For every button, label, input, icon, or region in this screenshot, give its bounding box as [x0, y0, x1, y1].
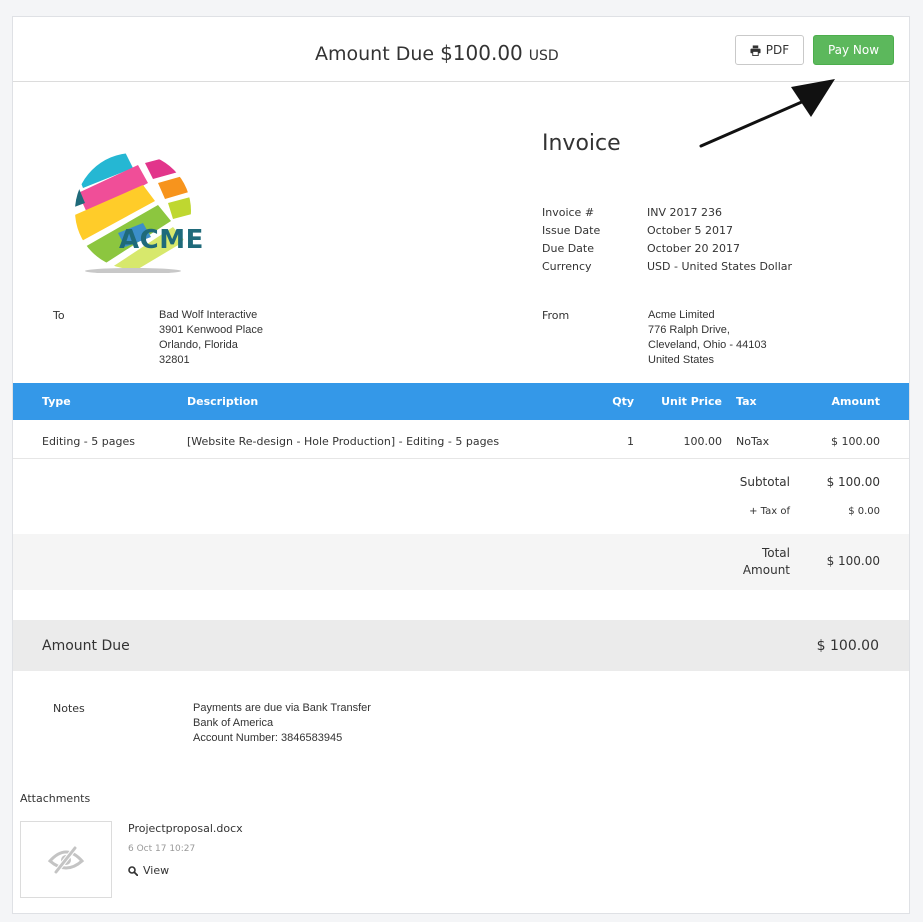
cell-unit-price: 100.00 [683, 435, 723, 448]
from-label: From [542, 309, 570, 322]
from-line: United States [648, 354, 715, 366]
to-line: Bad Wolf Interactive [159, 309, 258, 321]
attachment-file-name: Projectproposal.docx [128, 822, 243, 835]
amount-due-row: Amount Due $ 100.00 [13, 620, 909, 671]
notes-label: Notes [53, 702, 85, 715]
amount-due-value: $ 100.00 [816, 638, 879, 654]
due-date-value: October 20 2017 [647, 242, 741, 255]
col-qty: Qty [612, 395, 634, 408]
pay-now-button-label: Pay Now [827, 43, 880, 57]
col-amount: Amount [831, 395, 880, 408]
tax-label: + Tax of [749, 506, 790, 517]
total-amount-row: Total Amount $ 100.00 [13, 534, 909, 590]
issue-date-label: Issue Date [542, 224, 601, 237]
invoice-title: Invoice [542, 131, 621, 156]
amount-due-heading: Amount Due $100.00 USD [315, 41, 559, 65]
eye-slash-icon [47, 845, 85, 874]
total-value: $ 100.00 [826, 554, 880, 568]
table-row: Editing - 5 pages [Website Re-design - H… [13, 420, 909, 459]
from-line: Acme Limited [648, 309, 715, 321]
pay-now-button[interactable]: Pay Now [813, 35, 894, 65]
cell-tax: NoTax [736, 435, 770, 448]
amount-due-label: Amount Due [42, 638, 130, 654]
attachment-date: 6 Oct 17 10:27 [128, 844, 196, 854]
invoice-number-label: Invoice # [542, 206, 595, 219]
to-line: Orlando, Florida [159, 339, 238, 351]
total-label-line-2: Amount [742, 563, 790, 577]
line-items-header: Type Description Qty Unit Price Tax Amou… [13, 383, 909, 420]
print-icon [750, 44, 761, 56]
pdf-button[interactable]: PDF [735, 35, 804, 65]
currency-label: Currency [542, 260, 592, 273]
logo-text: ACME [119, 225, 204, 255]
tax-value: $ 0.00 [848, 506, 880, 517]
view-attachment-link[interactable]: View [128, 864, 169, 877]
currency-code: USD [528, 48, 559, 64]
to-line: 3901 Kenwood Place [159, 324, 263, 336]
attachment-thumbnail[interactable] [20, 821, 112, 898]
from-line: Cleveland, Ohio - 44103 [648, 339, 767, 351]
cell-amount: $ 100.00 [831, 435, 880, 448]
col-type: Type [42, 395, 71, 408]
amount-due-heading-value: $100.00 [440, 41, 523, 65]
invoice-number-value: INV 2017 236 [647, 206, 722, 219]
invoice-header: Amount Due $100.00 USD PDF Pay Now [13, 17, 909, 82]
subtotal-label: Subtotal [739, 475, 790, 489]
amount-due-heading-label: Amount Due [315, 43, 435, 65]
cell-type: Editing - 5 pages [42, 435, 135, 448]
col-tax: Tax [736, 395, 757, 408]
search-icon [128, 865, 138, 876]
note-line: Bank of America [193, 717, 274, 729]
col-description: Description [187, 395, 259, 408]
note-line: Account Number: 3846583945 [193, 732, 343, 744]
view-link-label: View [143, 864, 170, 877]
cell-qty: 1 [627, 435, 634, 448]
total-label-line-1: Total [761, 546, 790, 560]
pdf-button-label: PDF [765, 43, 790, 57]
cell-description: [Website Re-design - Hole Production] - … [187, 435, 500, 448]
invoice-card: Amount Due $100.00 USD PDF Pay Now ACME … [12, 16, 910, 914]
col-unit-price: Unit Price [661, 395, 722, 408]
attachments-label: Attachments [20, 792, 91, 805]
from-line: 776 Ralph Drive, [648, 324, 730, 336]
arrow-annotation-icon [699, 79, 835, 148]
due-date-label: Due Date [542, 242, 594, 255]
issue-date-value: October 5 2017 [647, 224, 734, 237]
currency-value: USD - United States Dollar [647, 260, 793, 273]
subtotal-value: $ 100.00 [826, 475, 880, 489]
to-line: 32801 [159, 354, 190, 366]
to-label: To [53, 309, 65, 322]
note-line: Payments are due via Bank Transfer [193, 702, 371, 714]
